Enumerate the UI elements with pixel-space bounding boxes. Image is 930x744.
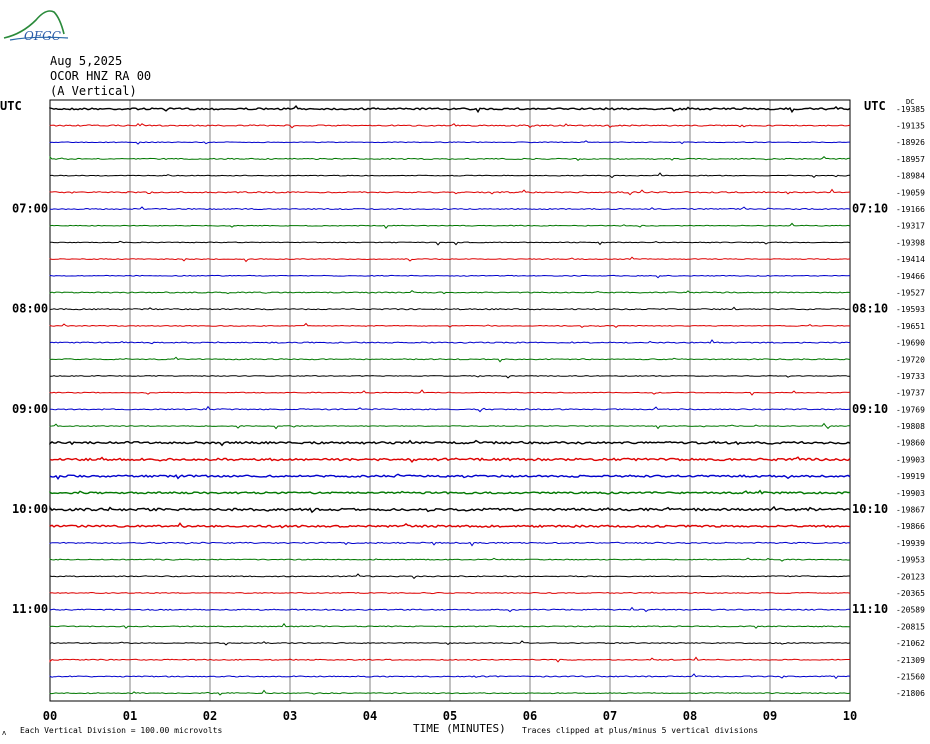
- x-tick-label: 10: [843, 709, 857, 723]
- dc-offset-label: -19690: [896, 339, 925, 348]
- utc-label-left: UTC: [0, 99, 22, 113]
- dc-offset-label: -19135: [896, 122, 925, 131]
- hour-label-right: 10:10: [852, 502, 888, 516]
- hour-label-left: 08:00: [12, 302, 48, 316]
- dc-offset-label: -19903: [896, 455, 925, 464]
- dc-offset-label: -20123: [896, 572, 925, 581]
- dc-offset-label: -19059: [896, 188, 925, 197]
- dc-offset-label: -21806: [896, 689, 925, 698]
- scale-note: Each Vertical Division = 100.00 microvol…: [20, 726, 222, 735]
- x-tick-label: 00: [43, 709, 57, 723]
- x-tick-label: 09: [763, 709, 777, 723]
- dc-offset-label: -19808: [896, 422, 925, 431]
- x-tick-label: 08: [683, 709, 697, 723]
- dc-offset-label: -19939: [896, 539, 925, 548]
- dc-offset-label: -19398: [896, 238, 925, 247]
- dc-offset-label: -19867: [896, 506, 925, 515]
- hour-label-right: 09:10: [852, 402, 888, 416]
- dc-header-label: DC: [906, 98, 914, 106]
- dc-offset-label: -21062: [896, 639, 925, 648]
- dc-offset-label: -19860: [896, 439, 925, 448]
- dc-offset-label: -19385: [896, 105, 925, 114]
- dc-offset-label: -19466: [896, 272, 925, 281]
- dc-offset-label: -19866: [896, 522, 925, 531]
- hour-label-right: 08:10: [852, 302, 888, 316]
- dc-offset-label: -18984: [896, 172, 925, 181]
- x-tick-label: 04: [363, 709, 377, 723]
- dc-offset-label: -19651: [896, 322, 925, 331]
- dc-offset-label: -19414: [896, 255, 925, 264]
- dc-offset-label: -19919: [896, 472, 925, 481]
- corner-mark: ʌ: [2, 729, 6, 737]
- dc-offset-label: -19733: [896, 372, 925, 381]
- dc-offset-label: -20589: [896, 606, 925, 615]
- dc-offset-label: -19593: [896, 305, 925, 314]
- dc-offset-label: -19903: [896, 489, 925, 498]
- hour-label-left: 11:00: [12, 602, 48, 616]
- x-tick-label: 05: [443, 709, 457, 723]
- hour-label-left: 10:00: [12, 502, 48, 516]
- hour-label-left: 07:00: [12, 202, 48, 216]
- x-tick-label: 01: [123, 709, 137, 723]
- dc-offset-label: -19953: [896, 556, 925, 565]
- dc-offset-label: -19769: [896, 405, 925, 414]
- dc-offset-label: -18957: [896, 155, 925, 164]
- x-tick-label: 07: [603, 709, 617, 723]
- x-tick-label: 03: [283, 709, 297, 723]
- dc-offset-label: -18926: [896, 138, 925, 147]
- hour-label-left: 09:00: [12, 402, 48, 416]
- dc-offset-label: -19527: [896, 288, 925, 297]
- dc-offset-label: -21560: [896, 672, 925, 681]
- utc-label-right: UTC: [864, 99, 886, 113]
- dc-offset-label: -19737: [896, 389, 925, 398]
- dc-offset-label: -19166: [896, 205, 925, 214]
- dc-offset-label: -20365: [896, 589, 925, 598]
- dc-offset-label: -20815: [896, 622, 925, 631]
- x-tick-label: 02: [203, 709, 217, 723]
- helicorder-plot: -19385 -19135 -18926 -18957 -18984 -19059 -191…: [0, 98, 925, 737]
- x-tick-label: 06: [523, 709, 537, 723]
- dc-offset-label: -21309: [896, 656, 925, 665]
- x-axis-title: TIME (MINUTES): [413, 722, 506, 735]
- dc-offset-label: -19720: [896, 355, 925, 364]
- hour-label-right: 11:10: [852, 602, 888, 616]
- hour-label-right: 07:10: [852, 202, 888, 216]
- clip-note: Traces clipped at plus/minus 5 vertical …: [522, 726, 758, 735]
- dc-offset-label: -19317: [896, 222, 925, 231]
